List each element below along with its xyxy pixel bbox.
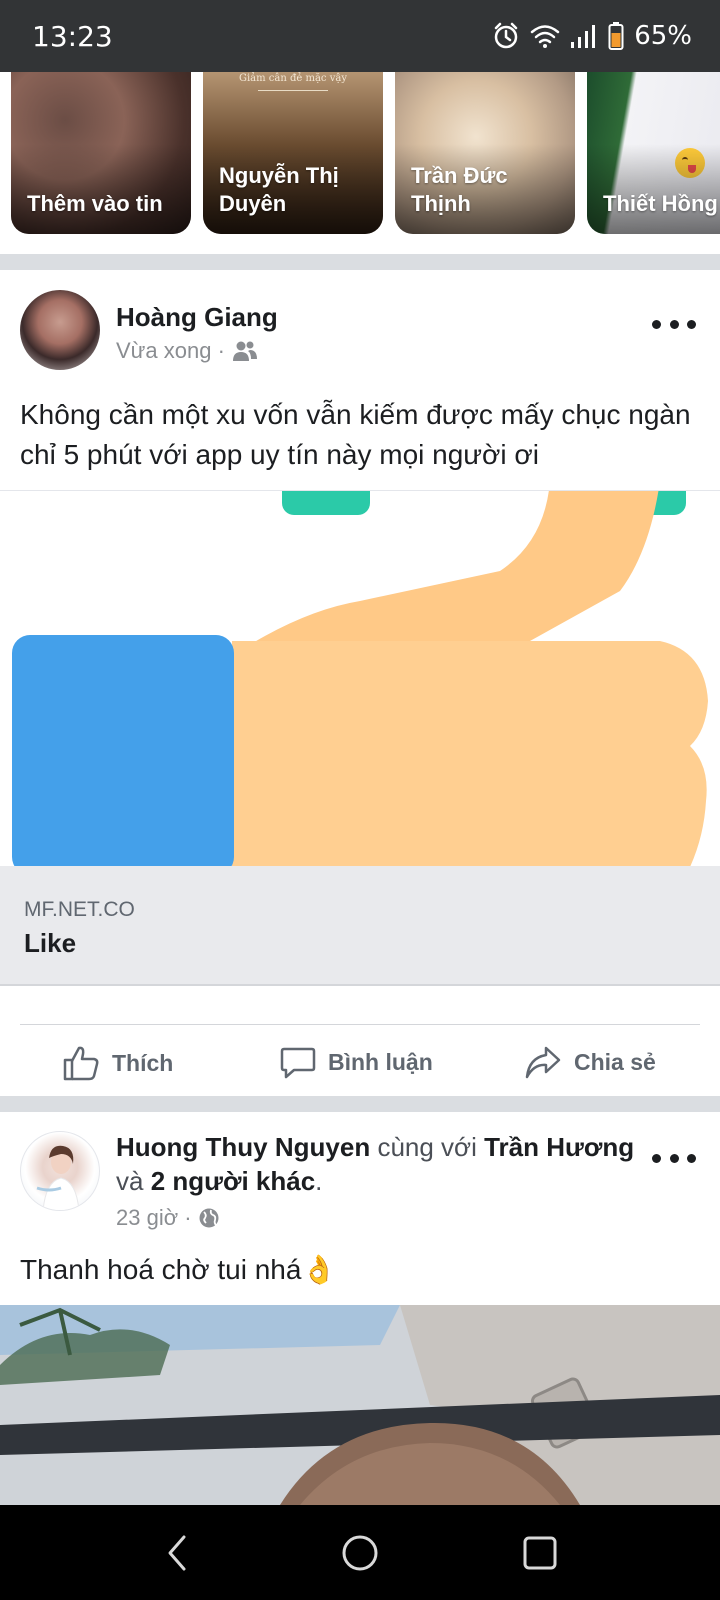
stories-strip: Thêm vào tin Giảm cân đẻ mặc vậy Nguyễn … [0, 72, 720, 254]
story-tran-duc-thinh[interactable]: Trần Đức Thịnh [395, 72, 575, 234]
signal-icon [571, 25, 596, 48]
thumbs-up-illustration [12, 491, 708, 866]
status-bar: 13:23 65% [0, 0, 720, 72]
link-title: Like [24, 928, 77, 958]
link-preview[interactable]: MF.NET.CO Like [0, 866, 720, 986]
link-domain: MF.NET.CO [24, 898, 135, 921]
story-thiet-hong[interactable]: Thiết Hồng [587, 72, 720, 234]
feed-divider [0, 1096, 720, 1112]
recents-icon[interactable] [520, 1533, 560, 1573]
post-text: Không cần một xu vốn vẫn kiếm được mấy c… [20, 399, 691, 470]
post-time: Vừa xong · [116, 338, 225, 363]
android-nav-bar [0, 1505, 720, 1600]
status-icons: 65% [492, 18, 692, 54]
car-selfie-photo [0, 1305, 720, 1505]
tagged-user[interactable]: Trần Hương [484, 1132, 634, 1162]
status-time: 13:23 [32, 20, 113, 53]
post-time: 23 giờ · [116, 1205, 192, 1230]
action-divider [20, 1024, 700, 1025]
story-nguyen-thi-duyen[interactable]: Giảm cân đẻ mặc vậy Nguyễn Thị Duyên [203, 72, 383, 234]
post-header-text: Huong Thuy Nguyen cùng với Trần Hương và… [116, 1132, 635, 1196]
story-label: Thiết Hồng [603, 191, 718, 216]
wifi-icon [530, 25, 560, 48]
post-meta: 23 giờ · [116, 1205, 220, 1231]
post-more-button[interactable] [652, 314, 696, 334]
story-label: Nguyễn Thị Duyên [219, 163, 339, 216]
post-image[interactable] [0, 490, 720, 866]
share-icon [525, 1046, 561, 1079]
story-caption: Giảm cân đẻ mặc vậy [203, 72, 383, 95]
friends-icon [232, 341, 257, 361]
like-button[interactable]: Thích [62, 1044, 173, 1082]
home-icon[interactable] [340, 1533, 380, 1573]
post-more-button[interactable] [652, 1148, 696, 1168]
avatar[interactable] [20, 290, 100, 370]
like-label: Thích [112, 1049, 174, 1076]
and-word: và [116, 1166, 144, 1196]
share-label: Chia sẻ [574, 1048, 656, 1075]
back-icon[interactable] [158, 1533, 198, 1573]
post-meta: Vừa xong · [116, 338, 259, 364]
avatar[interactable] [20, 1131, 100, 1211]
avatar-portrait [36, 1145, 80, 1210]
share-button[interactable]: Chia sẻ [524, 1044, 656, 1080]
thumbs-up-icon [63, 1046, 99, 1081]
post-image[interactable] [0, 1305, 720, 1505]
comment-button[interactable]: Bình luận [280, 1044, 433, 1080]
with-word: cùng với [377, 1132, 477, 1162]
post-action-bar: Thích Bình luận Chia sẻ [0, 1030, 720, 1096]
globe-icon [199, 1208, 219, 1228]
feed-divider [0, 254, 720, 270]
story-label: Trần Đức Thịnh [411, 163, 508, 216]
comment-label: Bình luận [328, 1048, 433, 1075]
post-author[interactable]: Huong Thuy Nguyen [116, 1132, 370, 1162]
comment-icon [280, 1047, 316, 1079]
tagged-others[interactable]: 2 người khác [151, 1166, 315, 1196]
alarm-icon [494, 22, 518, 49]
battery-icon [608, 22, 624, 50]
battery-percent: 65% [634, 21, 692, 51]
post-author[interactable]: Hoàng Giang [116, 302, 278, 333]
post-text: Thanh hoá chờ tui nhá👌 [20, 1254, 337, 1285]
story-label: Thêm vào tin [27, 191, 163, 216]
story-add[interactable]: Thêm vào tin [11, 72, 191, 234]
